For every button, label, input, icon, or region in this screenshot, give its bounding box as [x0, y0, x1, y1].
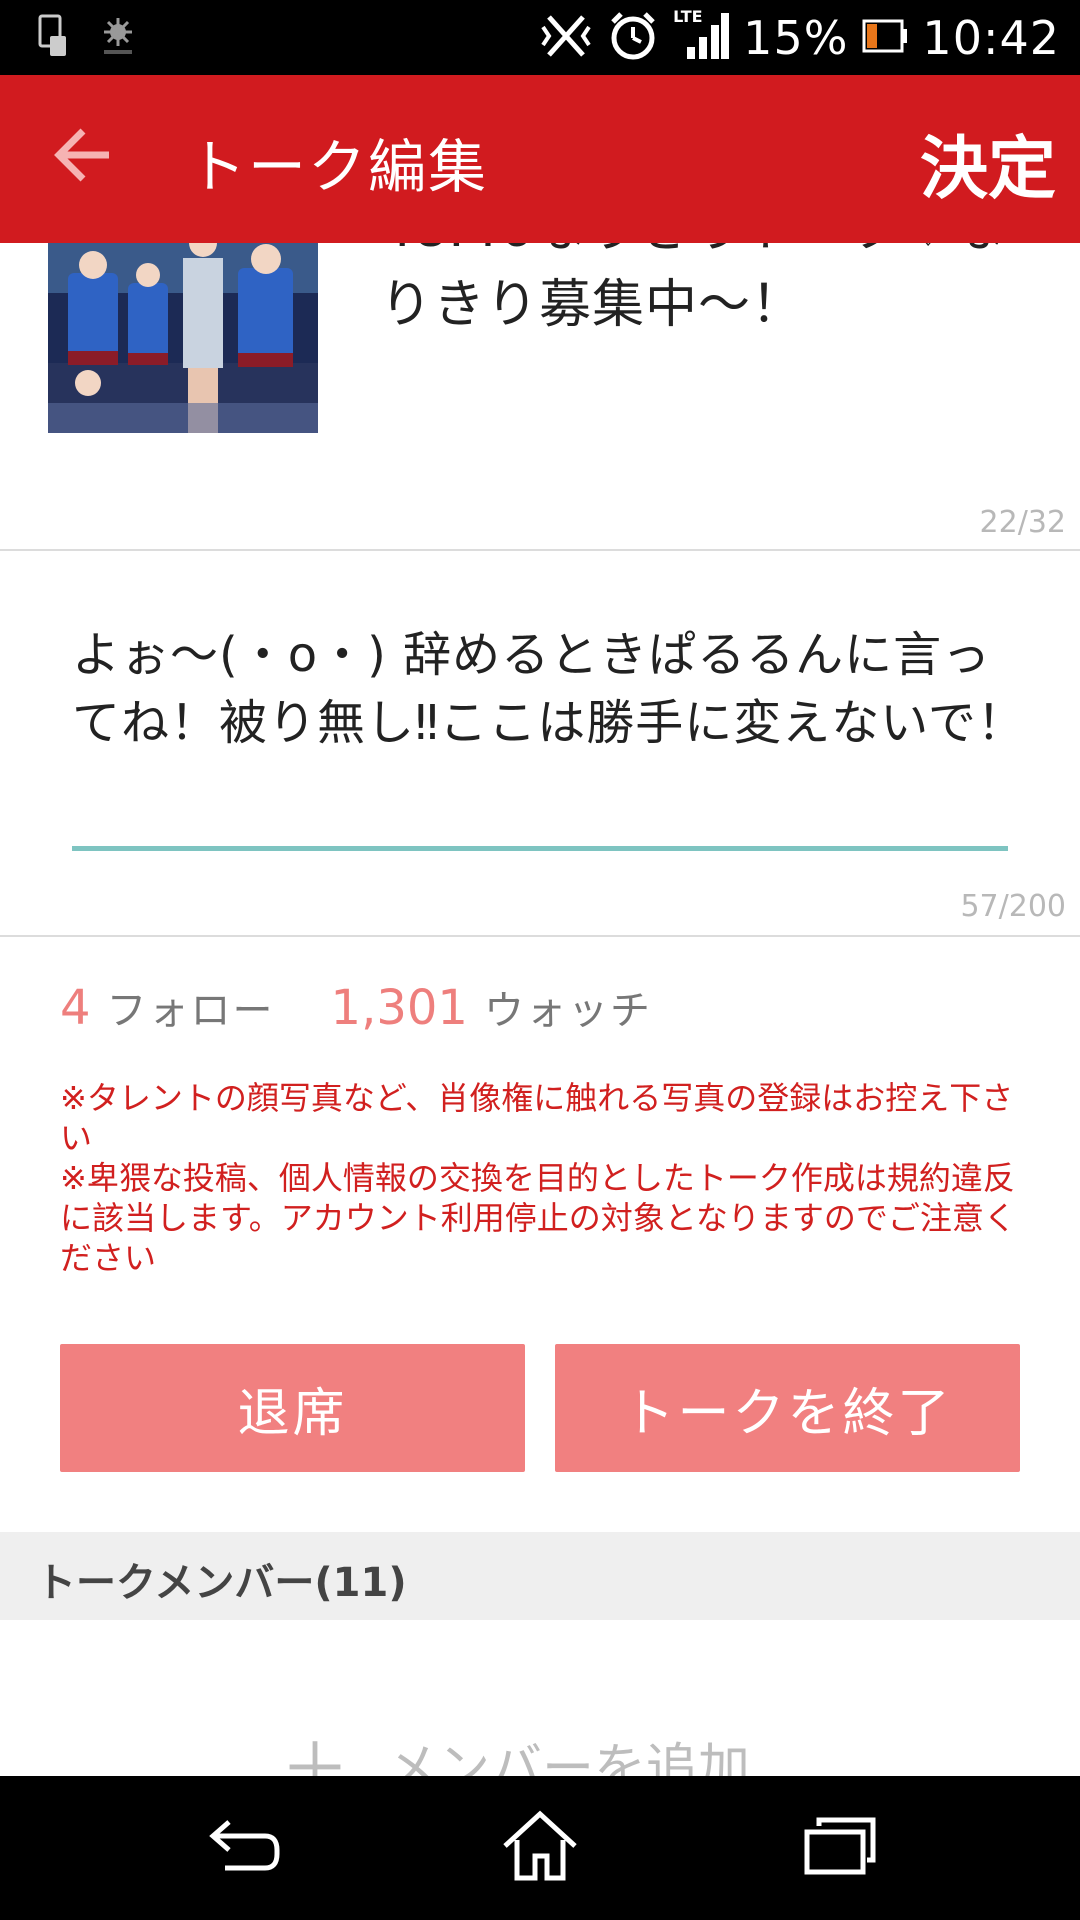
settings-icon — [96, 14, 140, 62]
talk-title-section: 48.46なりきりトーク♡な りきり募集中〜！ 22/32 — [0, 243, 1080, 551]
clock: 10:42 — [922, 11, 1060, 65]
description-char-counter: 57/200 — [960, 889, 1066, 924]
back-button[interactable] — [45, 115, 125, 195]
warning-notices: ※タレントの顔写真など、肖像権に触れる写真の登録はお控え下さい ※卑猥な投稿、個… — [60, 1078, 1020, 1278]
status-bar: LTE 15% 10:42 — [0, 0, 1080, 75]
talk-description-input[interactable]: よぉ〜(・o・) 辞めるときぱるるんに言ってね！被り無し‼ここは勝手に変えないで… — [72, 621, 1032, 757]
confirm-button[interactable]: 決定 — [920, 113, 1056, 212]
arrow-left-icon — [45, 128, 125, 199]
follow-count: 4 — [60, 980, 91, 1036]
app-bar: トーク編集 決定 — [0, 75, 1080, 243]
home-icon — [495, 1810, 585, 1890]
recents-icon — [795, 1817, 885, 1890]
page-title: トーク編集 — [188, 133, 489, 201]
network-type-label: LTE — [673, 7, 703, 26]
alarm-icon — [607, 10, 659, 66]
nav-recents-button[interactable] — [795, 1806, 885, 1886]
back-icon — [195, 1820, 285, 1890]
members-section-header: トークメンバー(11) — [0, 1532, 1080, 1620]
battery-percent: 15% — [743, 11, 849, 65]
nav-back-button[interactable] — [195, 1806, 285, 1886]
signal-icon: LTE — [673, 7, 730, 65]
input-underline — [72, 846, 1008, 851]
nav-home-button[interactable] — [495, 1806, 585, 1886]
watch-count: 1,301 — [330, 980, 468, 1036]
talk-title-line: 48.46なりきりトーク♡な — [380, 243, 1020, 267]
title-char-counter: 22/32 — [979, 505, 1066, 540]
follow-label: フォロー — [106, 988, 275, 1034]
watch-label: ウォッチ — [483, 988, 652, 1034]
talk-description-section: よぉ〜(・o・) 辞めるときぱるるんに言ってね！被り無し‼ここは勝手に変えないで… — [0, 553, 1080, 937]
talk-thumbnail[interactable] — [48, 243, 318, 433]
system-nav-bar — [0, 1776, 1080, 1920]
battery-icon — [862, 19, 908, 57]
warning-text: ※タレントの顔写真など、肖像権に触れる写真の登録はお控え下さい — [60, 1079, 1014, 1157]
warning-text: ※卑猥な投稿、個人情報の交換を目的としたトーク作成は規約違反に該当します。アカウ… — [60, 1159, 1016, 1277]
talk-title-line: りきり募集中〜！ — [380, 275, 805, 335]
members-header-label: トークメンバー(11) — [36, 1560, 407, 1606]
talk-stats: 4 フォロー 1,301 ウォッチ — [60, 978, 652, 1036]
vibrate-off-icon — [539, 11, 593, 65]
talk-title-field[interactable]: 48.46なりきりトーク♡な りきり募集中〜！ — [380, 243, 1020, 343]
leave-button[interactable]: 退席 — [60, 1344, 525, 1472]
device-icon — [38, 14, 68, 62]
end-talk-button[interactable]: トークを終了 — [555, 1344, 1020, 1472]
